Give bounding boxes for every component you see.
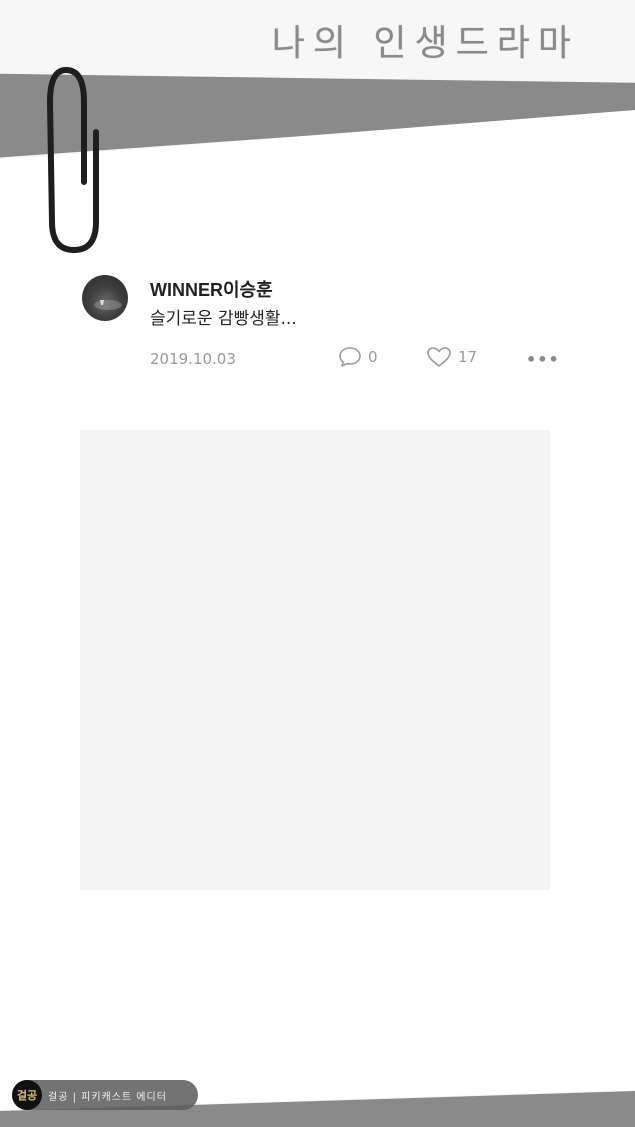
page-title: 나의 인생드라마 bbox=[271, 23, 579, 64]
watermark-badge: 걸공 걸공 | 피키캐스트 에디터 bbox=[12, 1080, 198, 1110]
more-icon[interactable]: ••• bbox=[526, 350, 560, 369]
comment-button[interactable]: 0 bbox=[338, 346, 378, 368]
comment-count: 0 bbox=[368, 348, 378, 366]
paper-shade bbox=[80, 430, 550, 890]
avatar[interactable] bbox=[82, 275, 128, 321]
heart-icon bbox=[427, 347, 451, 367]
paperclip-icon bbox=[46, 66, 99, 254]
avatar-image-icon bbox=[94, 300, 122, 310]
post-date: 2019.10.03 bbox=[150, 350, 236, 368]
watermark-text: 걸공 | 피키캐스트 에디터 bbox=[48, 1091, 167, 1103]
like-count: 17 bbox=[458, 348, 478, 366]
comment-icon bbox=[339, 347, 361, 367]
post-card[interactable]: WINNER이승훈 슬기로운 감빵생활... 2019.10.03 0 17 •… bbox=[60, 260, 575, 430]
like-button[interactable]: 17 bbox=[426, 346, 477, 368]
watermark-logo: 걸공 bbox=[12, 1080, 42, 1110]
post-text: 슬기로운 감빵생활... bbox=[150, 309, 297, 329]
author-name[interactable]: WINNER이승훈 bbox=[150, 276, 273, 302]
